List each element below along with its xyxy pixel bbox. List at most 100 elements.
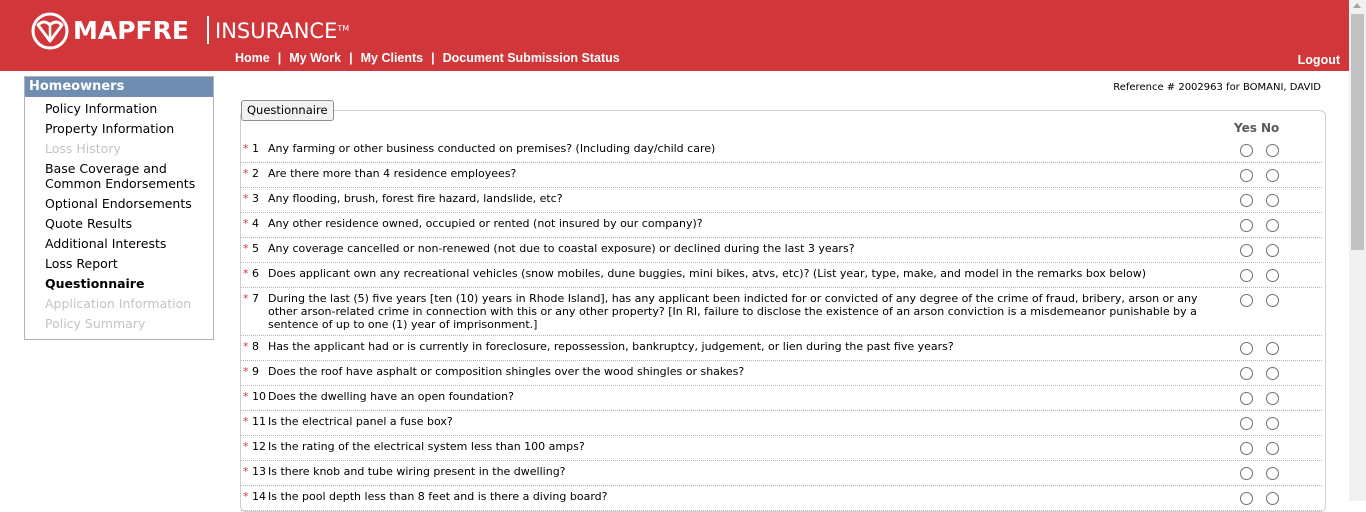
answer-no-radio[interactable] bbox=[1266, 392, 1279, 405]
yes-column-header: Yes bbox=[1234, 121, 1257, 135]
answer-no-radio[interactable] bbox=[1266, 492, 1279, 505]
answer-yes-radio[interactable] bbox=[1240, 442, 1253, 455]
question-number: * 5 bbox=[243, 242, 259, 255]
sidebar-item-optional-endorsements[interactable]: Optional Endorsements bbox=[45, 196, 213, 211]
scrollbar-thumb[interactable] bbox=[1351, 14, 1364, 250]
app-header: MAPFRE INSURANCETM Home | My Work | My Clien… bbox=[0, 0, 1349, 71]
question-number-label: 1 bbox=[248, 142, 259, 155]
nav-separator: | bbox=[431, 51, 435, 65]
question-row: * 5 Any coverage cancelled or non-renewed… bbox=[241, 237, 1322, 263]
sidebar-item-property-information[interactable]: Property Information bbox=[45, 121, 213, 136]
answer-no-radio[interactable] bbox=[1266, 367, 1279, 380]
question-row: * 11 Is the electrical panel a fuse box? bbox=[241, 410, 1322, 436]
question-number: * 10 bbox=[243, 390, 266, 403]
sidebar-item-policy-information[interactable]: Policy Information bbox=[45, 101, 213, 116]
question-text: Is the rating of the electrical system l… bbox=[268, 440, 585, 453]
question-number: * 9 bbox=[243, 365, 259, 378]
question-row: * 4 Any other residence owned, occupied o… bbox=[241, 212, 1322, 238]
question-row: * 10 Does the dwelling have an open found… bbox=[241, 385, 1322, 411]
question-number-label: 3 bbox=[248, 192, 259, 205]
question-number: * 14 bbox=[243, 490, 266, 503]
question-row: * 9 Does the roof have asphalt or composi… bbox=[241, 360, 1322, 386]
answer-no-radio[interactable] bbox=[1266, 467, 1279, 480]
logout-link[interactable]: Logout bbox=[1298, 52, 1340, 68]
questionnaire-title: Questionnaire bbox=[241, 100, 334, 121]
sidebar-title: Homeowners bbox=[25, 77, 213, 97]
answer-yes-radio[interactable] bbox=[1240, 367, 1253, 380]
answer-yes-radio[interactable] bbox=[1240, 269, 1253, 282]
answer-no-radio[interactable] bbox=[1266, 194, 1279, 207]
answer-yes-radio[interactable] bbox=[1240, 244, 1253, 257]
question-number-label: 11 bbox=[248, 415, 266, 428]
answer-no-radio[interactable] bbox=[1266, 269, 1279, 282]
product-name: INSURANCETM bbox=[215, 17, 349, 45]
question-text: Any other residence owned, occupied or r… bbox=[268, 217, 703, 230]
page-scrollbar[interactable] bbox=[1349, 0, 1366, 501]
question-number: * 3 bbox=[243, 192, 259, 205]
question-number: * 13 bbox=[243, 465, 266, 478]
sidebar-item-additional-interests[interactable]: Additional Interests bbox=[45, 236, 213, 251]
answer-no-radio[interactable] bbox=[1266, 442, 1279, 455]
sidebar-item-base-coverage[interactable]: Base Coverage and Common Endorsements bbox=[45, 161, 213, 191]
question-text: Does the roof have asphalt or compositio… bbox=[268, 365, 745, 378]
answer-no-radio[interactable] bbox=[1266, 342, 1279, 355]
nav-home[interactable]: Home bbox=[235, 51, 270, 65]
question-number-label: 2 bbox=[248, 167, 259, 180]
product-label: INSURANCE bbox=[215, 19, 338, 43]
sidebar-item-loss-report[interactable]: Loss Report bbox=[45, 256, 213, 271]
question-row: * 12 Is the rating of the electrical syst… bbox=[241, 435, 1322, 461]
question-row: * 6 Does applicant own any recreational v… bbox=[241, 262, 1322, 288]
question-text: During the last (5) five years [ten (10)… bbox=[268, 292, 1198, 331]
answer-no-radio[interactable] bbox=[1266, 169, 1279, 182]
answer-yes-radio[interactable] bbox=[1240, 294, 1253, 307]
question-text: Is the electrical panel a fuse box? bbox=[268, 415, 453, 428]
answer-yes-radio[interactable] bbox=[1240, 417, 1253, 430]
question-text: Is the pool depth less than 8 feet and i… bbox=[268, 490, 608, 503]
answer-yes-radio[interactable] bbox=[1240, 467, 1253, 480]
question-text: Is there knob and tube wiring present in… bbox=[268, 465, 566, 478]
answer-no-radio[interactable] bbox=[1266, 244, 1279, 257]
question-row: * 2 Are there more than 4 residence emplo… bbox=[241, 162, 1322, 188]
answer-no-radio[interactable] bbox=[1266, 294, 1279, 307]
question-number: * 4 bbox=[243, 217, 259, 230]
question-text: Has the applicant had or is currently in… bbox=[268, 340, 954, 353]
mapfre-logo-icon bbox=[31, 12, 69, 50]
brand-name: MAPFRE bbox=[73, 16, 189, 45]
answer-no-radio[interactable] bbox=[1266, 219, 1279, 232]
question-number: * 8 bbox=[243, 340, 259, 353]
question-number-label: 8 bbox=[248, 340, 259, 353]
nav-my-work[interactable]: My Work bbox=[289, 51, 341, 65]
reference-number: Reference # 2002963 for BOMANI, DAVID bbox=[1113, 82, 1321, 93]
question-row: * 7 During the last (5) five years [ten (… bbox=[241, 287, 1322, 336]
answer-no-radio[interactable] bbox=[1266, 417, 1279, 430]
nav-my-clients[interactable]: My Clients bbox=[361, 51, 424, 65]
question-number-label: 7 bbox=[248, 292, 259, 305]
question-row: * 13 Is there knob and tube wiring presen… bbox=[241, 460, 1322, 486]
sidebar-item-questionnaire[interactable]: Questionnaire bbox=[45, 276, 213, 291]
sidebar-item-loss-history: Loss History bbox=[45, 141, 121, 156]
question-number-label: 5 bbox=[248, 242, 259, 255]
answer-yes-radio[interactable] bbox=[1240, 194, 1253, 207]
answer-yes-radio[interactable] bbox=[1240, 169, 1253, 182]
question-text: Does the dwelling have an open foundatio… bbox=[268, 390, 514, 403]
nav-separator: | bbox=[349, 51, 353, 65]
no-column-header: No bbox=[1261, 121, 1280, 135]
answer-yes-radio[interactable] bbox=[1240, 392, 1253, 405]
question-row: * 1 Any farming or other business conduct… bbox=[241, 137, 1322, 163]
question-row: * 8 Has the applicant had or is currently… bbox=[241, 335, 1322, 361]
answer-yes-radio[interactable] bbox=[1240, 219, 1253, 232]
answer-no-radio[interactable] bbox=[1266, 144, 1279, 157]
sidebar-item-quote-results[interactable]: Quote Results bbox=[45, 216, 213, 231]
answer-yes-radio[interactable] bbox=[1240, 492, 1253, 505]
nav-document-submission-status[interactable]: Document Submission Status bbox=[443, 51, 620, 65]
question-number-label: 12 bbox=[248, 440, 266, 453]
question-number-label: 10 bbox=[248, 390, 266, 403]
question-number-label: 13 bbox=[248, 465, 266, 478]
question-text: Any farming or other business conducted … bbox=[268, 142, 716, 155]
question-row: * 3 Any flooding, brush, forest fire haza… bbox=[241, 187, 1322, 213]
scroll-up-icon[interactable] bbox=[1353, 3, 1361, 8]
answer-yes-radio[interactable] bbox=[1240, 144, 1253, 157]
question-number: * 7 bbox=[243, 292, 259, 305]
question-number: * 6 bbox=[243, 267, 259, 280]
answer-yes-radio[interactable] bbox=[1240, 342, 1253, 355]
